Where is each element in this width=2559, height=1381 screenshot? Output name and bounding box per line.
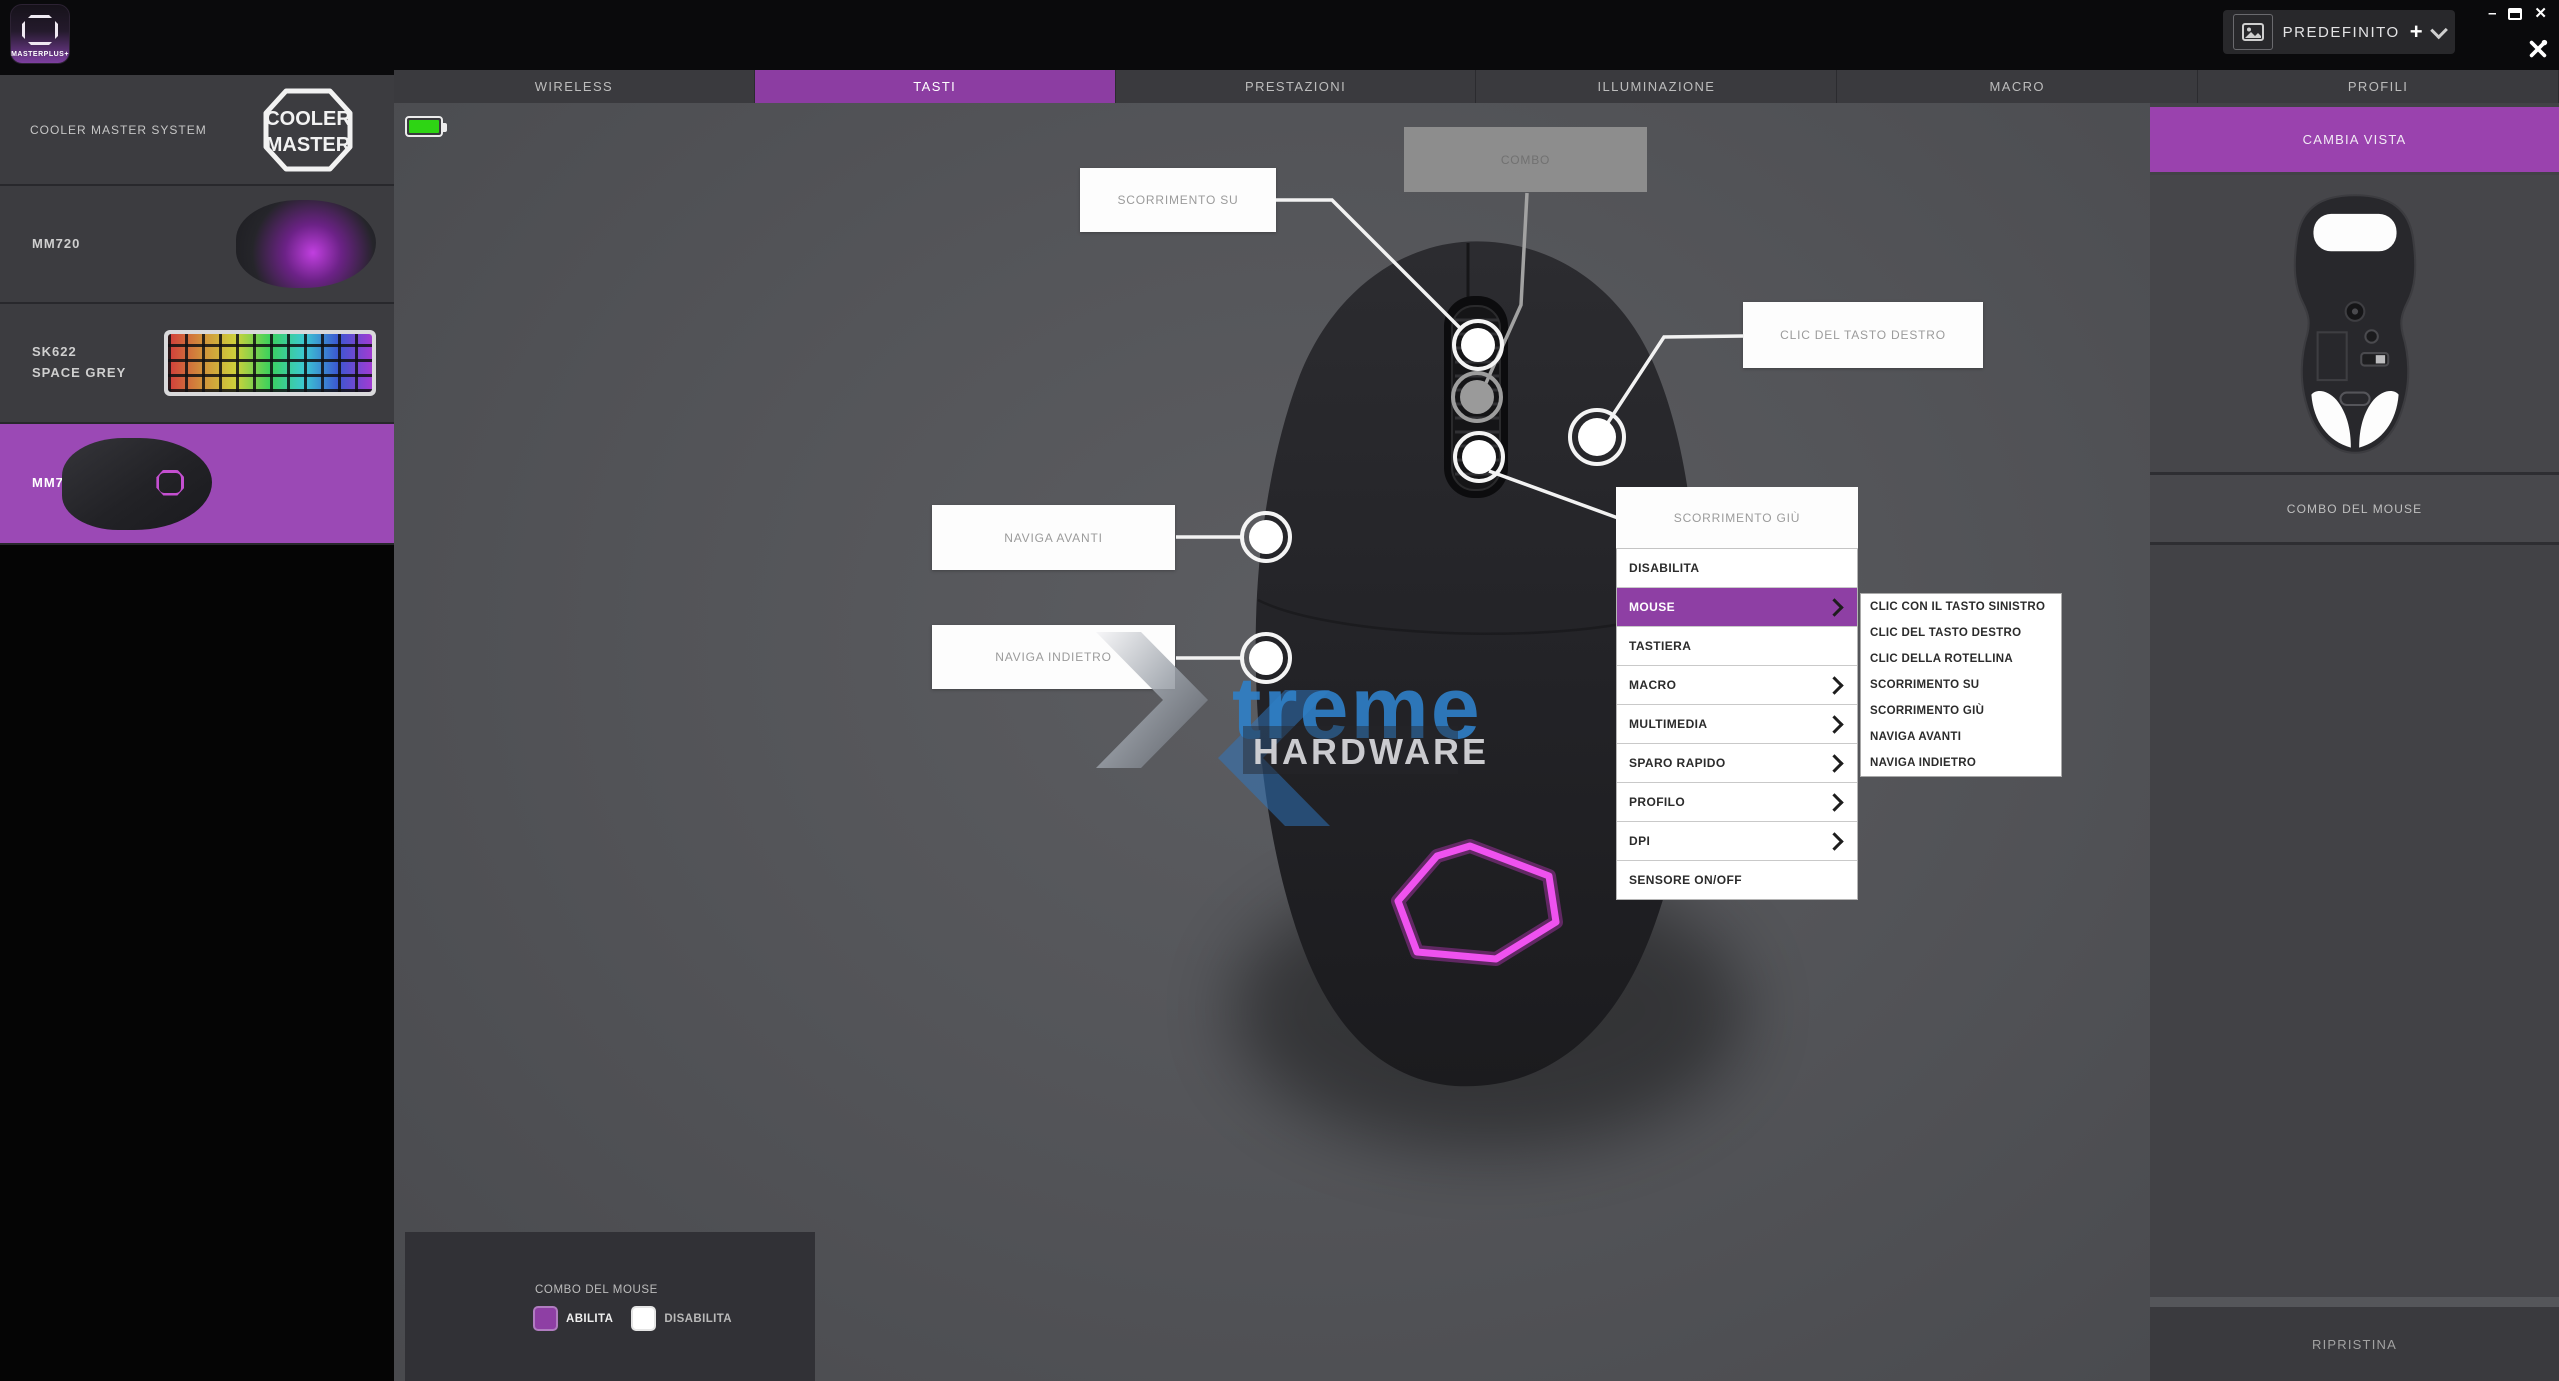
- battery-level-full: [409, 120, 439, 133]
- app-name: MASTERPLUS+: [11, 51, 69, 58]
- tab-prestazioni[interactable]: PRESTAZIONI: [1116, 70, 1477, 103]
- svg-text:MASTER: MASTER: [266, 134, 351, 156]
- mouse-submenu: CLIC CON IL TASTO SINISTRO CLIC DEL TAST…: [1860, 593, 2062, 777]
- device-sidebar: COOLER MASTER SYSTEM COOLER MASTER MM720…: [0, 75, 394, 1381]
- image-icon: [2242, 23, 2264, 41]
- enable-checkbox[interactable]: [533, 1306, 558, 1331]
- tools-icon[interactable]: [2527, 38, 2549, 60]
- tab-tasti[interactable]: TASTI: [755, 70, 1116, 103]
- assign-dropdown-header: SCORRIMENTO GIÙ: [1616, 487, 1858, 549]
- masterplus-app: MASTERPLUS+ PREDEFINITO + – ✕: [0, 0, 2559, 1381]
- submenu-chevron-icon: [1825, 793, 1843, 811]
- sidebar-item-sk622[interactable]: SK622 SPACE GREY: [0, 304, 394, 424]
- assign-dropdown: SCORRIMENTO GIÙ DISABILITA MOUSE TASTIER…: [1616, 487, 1858, 900]
- battery-indicator: [405, 116, 443, 137]
- system-label: COOLER MASTER SYSTEM: [0, 123, 207, 137]
- submenu-item-right-click[interactable]: CLIC DEL TASTO DESTRO: [1861, 620, 2061, 646]
- change-view-button[interactable]: CAMBIA VISTA: [2150, 107, 2559, 172]
- window-controls: – ✕: [2488, 6, 2547, 22]
- menu-item-tastiera[interactable]: TASTIERA: [1617, 627, 1857, 666]
- scroll-wheel[interactable]: [1452, 306, 1500, 490]
- sidebar-item-system[interactable]: COOLER MASTER SYSTEM COOLER MASTER: [0, 75, 394, 186]
- menu-item-macro[interactable]: MACRO: [1617, 666, 1857, 705]
- profile-name: PREDEFINITO: [2283, 24, 2400, 41]
- panel-divider: [2150, 1297, 2559, 1307]
- callout-right-click[interactable]: CLIC DEL TASTO DESTRO: [1743, 302, 1983, 368]
- svg-text:COOLER: COOLER: [265, 108, 351, 130]
- anchor-back[interactable]: [1242, 634, 1290, 682]
- submenu-item-forward[interactable]: NAVIGA AVANTI: [1861, 724, 2061, 750]
- mm731-mouse-image: [62, 438, 212, 530]
- submenu-chevron-icon: [1825, 754, 1843, 772]
- add-profile-button[interactable]: +: [2410, 21, 2423, 43]
- mouse-bottom-graphic: [2250, 189, 2460, 459]
- titlebar: MASTERPLUS+ PREDEFINITO + – ✕: [0, 0, 2559, 75]
- submenu-item-left-click[interactable]: CLIC CON IL TASTO SINISTRO: [1861, 594, 2061, 620]
- device-name: SK622 SPACE GREY: [0, 342, 126, 384]
- combo-settings-panel: COMBO DEL MOUSE ABILITA DISABILITA: [405, 1232, 815, 1381]
- tab-bar: WIRELESS TASTI PRESTAZIONI ILLUMINAZIONE…: [394, 70, 2559, 105]
- menu-item-disabilita[interactable]: DISABILITA: [1617, 549, 1857, 588]
- callout-scroll-up[interactable]: SCORRIMENTO SU: [1080, 168, 1276, 232]
- anchor-combo: [1453, 373, 1501, 421]
- disable-label: DISABILITA: [664, 1313, 732, 1325]
- close-button[interactable]: ✕: [2534, 6, 2547, 22]
- menu-item-dpi[interactable]: DPI: [1617, 822, 1857, 861]
- maximize-button[interactable]: [2508, 8, 2522, 20]
- submenu-chevron-icon: [1825, 598, 1843, 616]
- menu-item-sensore-onoff[interactable]: SENSORE ON/OFF: [1617, 861, 1857, 899]
- tab-illuminazione[interactable]: ILLUMINAZIONE: [1476, 70, 1837, 103]
- submenu-chevron-icon: [1825, 832, 1843, 850]
- sk622-keyboard-image: [164, 330, 376, 396]
- sidebar-item-mm720[interactable]: MM720: [0, 186, 394, 304]
- enable-label: ABILITA: [566, 1313, 613, 1325]
- svg-text:treme: treme: [1232, 658, 1482, 757]
- callout-back[interactable]: NAVIGA INDIETRO: [932, 625, 1175, 689]
- submenu-item-back[interactable]: NAVIGA INDIETRO: [1861, 750, 2061, 776]
- cooler-master-logo-icon: COOLER MASTER: [262, 87, 354, 178]
- menu-item-multimedia[interactable]: MULTIMEDIA: [1617, 705, 1857, 744]
- hexagon-logo-icon: [22, 15, 58, 45]
- sidebar-item-mm731[interactable]: MM731: [0, 424, 394, 545]
- menu-item-sparo-rapido[interactable]: SPARO RAPIDO: [1617, 744, 1857, 783]
- cm-logo-glow: [1398, 846, 1556, 959]
- anchor-scroll-down[interactable]: [1455, 433, 1503, 481]
- profile-image-button[interactable]: [2233, 14, 2273, 50]
- profile-selector[interactable]: PREDEFINITO +: [2223, 10, 2455, 54]
- anchor-right-click[interactable]: [1570, 410, 1624, 464]
- anchor-forward[interactable]: [1242, 513, 1290, 561]
- key-mapping-canvas: COMBO SCORRIMENTO SU CLIC DEL TASTO DEST…: [394, 103, 2150, 1381]
- minimize-button[interactable]: –: [2488, 6, 2496, 22]
- mm720-mouse-image: [236, 200, 376, 288]
- mouse-bottom-view: [2150, 175, 2559, 475]
- svg-text:HARDWARE: HARDWARE: [1253, 731, 1489, 772]
- combo-panel-title: COMBO DEL MOUSE: [535, 1284, 658, 1296]
- tab-macro[interactable]: MACRO: [1837, 70, 2198, 103]
- menu-item-profilo[interactable]: PROFILO: [1617, 783, 1857, 822]
- callout-forward[interactable]: NAVIGA AVANTI: [932, 505, 1175, 570]
- anchor-scroll-up[interactable]: [1454, 321, 1502, 369]
- tab-wireless[interactable]: WIRELESS: [394, 70, 755, 103]
- submenu-item-scroll-up[interactable]: SCORRIMENTO SU: [1861, 672, 2061, 698]
- menu-item-mouse[interactable]: MOUSE: [1617, 588, 1857, 627]
- view-panel: CAMBIA VISTA COMBO DEL MOUSE RIPRISTINA: [2150, 103, 2559, 1381]
- callout-combo: COMBO: [1404, 127, 1647, 192]
- submenu-chevron-icon: [1825, 676, 1843, 694]
- chevron-down-icon[interactable]: [2430, 21, 2448, 39]
- combo-section-label: COMBO DEL MOUSE: [2150, 475, 2559, 545]
- masterplus-logo-icon: MASTERPLUS+: [10, 4, 70, 64]
- button-anchors: [1242, 321, 1624, 682]
- submenu-item-scroll-down[interactable]: SCORRIMENTO GIÙ: [1861, 698, 2061, 724]
- device-name: MM720: [0, 234, 80, 255]
- tab-profili[interactable]: PROFILI: [2198, 70, 2559, 103]
- submenu-item-middle-click[interactable]: CLIC DELLA ROTELLINA: [1861, 646, 2061, 672]
- submenu-chevron-icon: [1825, 715, 1843, 733]
- reset-button[interactable]: RIPRISTINA: [2150, 1307, 2559, 1381]
- disable-checkbox[interactable]: [631, 1306, 656, 1331]
